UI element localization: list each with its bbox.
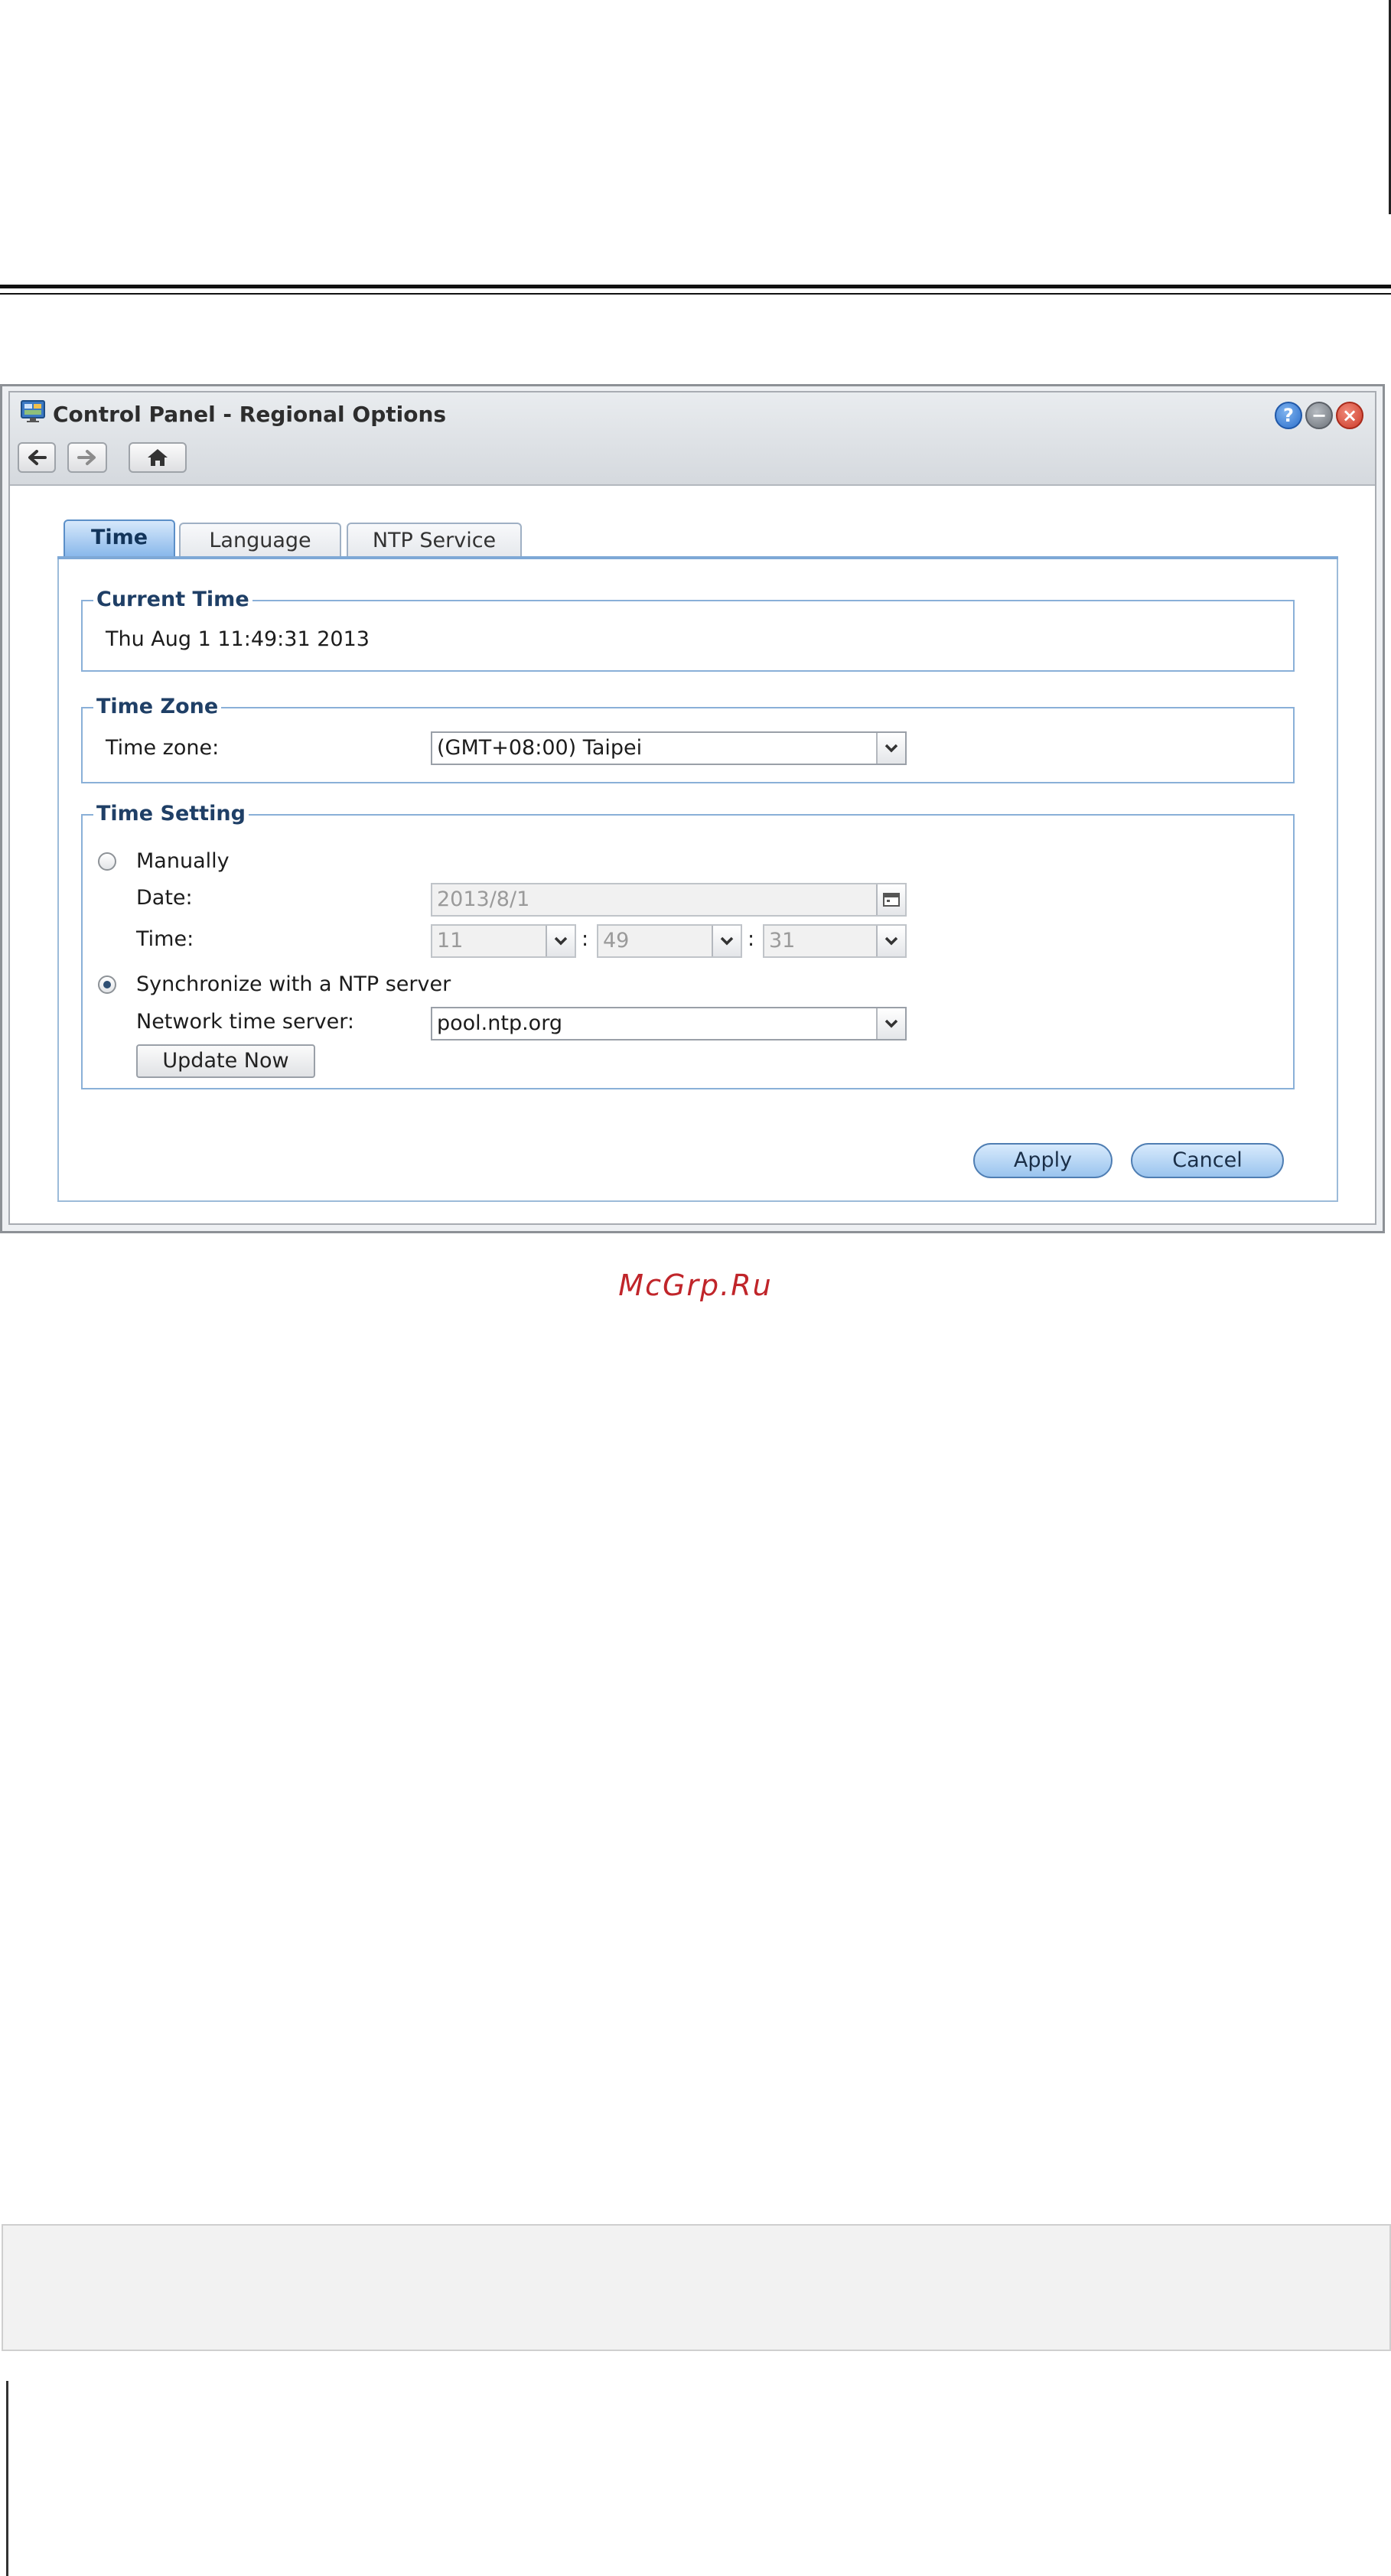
tab-time[interactable]: Time [64, 519, 175, 558]
update-now-button[interactable]: Update Now [136, 1044, 315, 1078]
close-icon[interactable]: × [1336, 402, 1363, 429]
help-icon[interactable]: ? [1275, 402, 1302, 429]
network-time-server-value: pool.ntp.org [437, 1011, 562, 1035]
calendar-icon [883, 893, 900, 907]
header-rule-thin [0, 293, 1391, 295]
tab-ntp-service[interactable]: NTP Service [347, 523, 522, 558]
dropdown-toggle[interactable] [546, 926, 575, 956]
window-title: Control Panel - Regional Options [53, 402, 447, 427]
time-zone-group: Time Zone Time zone: (GMT+08:00) Taipei [81, 695, 1295, 783]
note-box [2, 2224, 1391, 2351]
chevron-down-icon [720, 936, 734, 946]
watermark-text: McGrp.Ru [618, 1268, 773, 1302]
dropdown-toggle[interactable] [876, 926, 905, 956]
home-icon [148, 449, 168, 466]
chevron-down-icon [884, 1019, 898, 1028]
minute-value: 49 [603, 929, 630, 953]
dropdown-toggle[interactable] [876, 733, 905, 764]
title-bar: Control Panel - Regional Options ? − × [10, 392, 1375, 486]
chevron-down-icon [884, 744, 898, 753]
time-zone-select[interactable]: (GMT+08:00) Taipei [431, 731, 907, 765]
minute-select[interactable]: 49 [597, 924, 742, 958]
back-button[interactable] [18, 442, 56, 473]
ntp-sync-label[interactable]: Synchronize with a NTP server [136, 972, 451, 996]
hour-value: 11 [437, 929, 464, 953]
time-label: Time: [136, 927, 194, 951]
forward-button[interactable] [67, 442, 107, 473]
date-label: Date: [136, 886, 193, 910]
tab-language[interactable]: Language [179, 523, 341, 558]
current-time-group: Current Time Thu Aug 1 11:49:31 2013 [81, 588, 1295, 672]
back-arrow-icon [28, 450, 47, 465]
current-time-value: Thu Aug 1 11:49:31 2013 [106, 627, 370, 651]
header-rule [0, 285, 1391, 288]
dropdown-toggle[interactable] [876, 1008, 905, 1039]
manually-radio[interactable] [98, 852, 116, 871]
network-time-server-select[interactable]: pool.ntp.org [431, 1007, 907, 1040]
time-zone-label: Time zone: [106, 736, 220, 760]
manually-label[interactable]: Manually [136, 849, 230, 873]
dropdown-toggle[interactable] [712, 926, 741, 956]
page-margin-rule-bottom [6, 2381, 8, 2576]
time-zone-value: (GMT+08:00) Taipei [437, 736, 643, 760]
time-separator: : [748, 927, 755, 951]
current-time-legend: Current Time [93, 588, 252, 611]
home-button[interactable] [129, 442, 187, 473]
chevron-down-icon [554, 936, 568, 946]
second-value: 31 [769, 929, 796, 953]
ntp-sync-radio[interactable] [98, 975, 116, 994]
calendar-button[interactable] [876, 884, 905, 915]
apply-button[interactable]: Apply [973, 1143, 1112, 1178]
network-time-server-label: Network time server: [136, 1010, 354, 1034]
time-zone-legend: Time Zone [93, 695, 222, 718]
date-value: 2013/8/1 [437, 887, 530, 911]
control-panel-app-icon [21, 400, 45, 422]
chevron-down-icon [884, 936, 898, 946]
cancel-button[interactable]: Cancel [1131, 1143, 1284, 1178]
second-select[interactable]: 31 [763, 924, 907, 958]
date-field[interactable]: 2013/8/1 [431, 883, 907, 917]
forward-arrow-icon [77, 450, 96, 465]
hour-select[interactable]: 11 [431, 924, 576, 958]
time-separator: : [581, 927, 589, 951]
time-setting-legend: Time Setting [93, 802, 249, 826]
minimize-icon[interactable]: − [1305, 402, 1333, 429]
